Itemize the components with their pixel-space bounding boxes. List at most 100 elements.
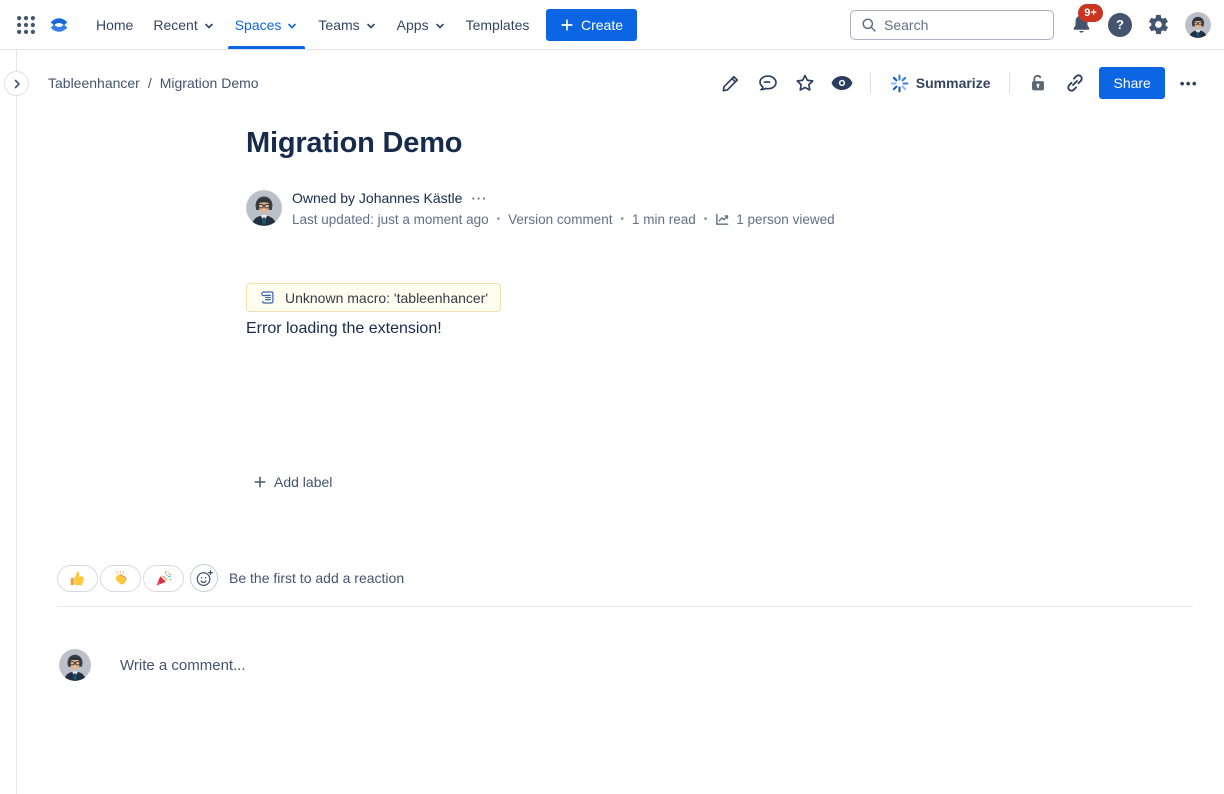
comment-button[interactable]: [755, 70, 781, 96]
confluence-logo-icon: [46, 13, 72, 37]
dot-separator: •: [497, 214, 501, 225]
nav-label: Spaces: [235, 17, 282, 33]
plus-icon: [560, 18, 574, 32]
unlock-icon: [1027, 72, 1049, 94]
breadcrumb-page-link[interactable]: Migration Demo: [160, 75, 259, 91]
reactions-bar: Be the first to add a reaction: [57, 564, 404, 592]
breadcrumb-separator: /: [148, 75, 152, 91]
comments-divider: [57, 606, 1193, 607]
add-reaction-button[interactable]: [190, 564, 218, 592]
owned-by-text: Owned by Johannes Kästle: [292, 190, 462, 206]
ellipsis-icon: •••: [1180, 76, 1198, 91]
top-navigation-bar: Home Recent Spaces Teams: [0, 0, 1224, 50]
comment-placeholder-text: Write a comment...: [120, 657, 246, 674]
nav-item-teams[interactable]: Teams: [318, 0, 376, 49]
trend-chart-icon: [715, 212, 730, 227]
help-button[interactable]: ?: [1108, 13, 1132, 37]
create-button-label: Create: [581, 17, 623, 33]
add-label-button[interactable]: Add label: [249, 472, 336, 492]
chevron-down-icon: [434, 20, 446, 32]
link-icon: [1064, 72, 1086, 94]
chevron-down-icon: [286, 20, 298, 32]
avatar-image: [1185, 12, 1211, 38]
add-label-text: Add label: [274, 474, 332, 490]
nav-label: Home: [96, 17, 133, 33]
ellipsis-icon: ···: [471, 191, 487, 206]
analytics-viewers[interactable]: 1 person viewed: [715, 212, 834, 227]
reaction-clap-button[interactable]: [100, 565, 141, 592]
comment-bubble-icon: [757, 72, 779, 94]
people-viewed-text: 1 person viewed: [736, 212, 834, 227]
sidebar-edge-divider: [16, 50, 17, 794]
toolbar-divider: [870, 72, 871, 94]
chevron-down-icon: [203, 20, 215, 32]
page-title: Migration Demo: [246, 127, 462, 160]
nav-item-home[interactable]: Home: [96, 0, 133, 49]
smiley-plus-icon: [195, 569, 214, 588]
last-updated-text: Last updated: just a moment ago: [292, 212, 489, 227]
thumbs-up-icon: [69, 570, 86, 587]
clap-icon: [112, 570, 129, 587]
favourite-button[interactable]: [792, 70, 818, 96]
owner-avatar: [246, 190, 282, 226]
watch-button[interactable]: [829, 70, 855, 96]
plus-icon: [253, 475, 267, 489]
commenter-avatar: [59, 649, 91, 681]
party-popper-icon: [155, 570, 172, 587]
app-switcher-button[interactable]: [14, 13, 38, 37]
primary-nav: Home Recent Spaces Teams: [96, 0, 529, 49]
summarize-button[interactable]: Summarize: [886, 72, 995, 95]
nav-label: Recent: [153, 17, 197, 33]
owner-more-button[interactable]: ···: [471, 191, 487, 206]
breadcrumb-space-link[interactable]: Tableenhancer: [48, 75, 140, 91]
expand-sidebar-button[interactable]: [4, 71, 29, 96]
confluence-logo[interactable]: [45, 13, 73, 37]
restrictions-button[interactable]: [1025, 70, 1051, 96]
topnav-right-cluster: 9+ ?: [850, 0, 1211, 49]
confluence-page: Home Recent Spaces Teams: [0, 0, 1224, 794]
create-button[interactable]: Create: [546, 9, 637, 41]
nav-label: Apps: [397, 17, 429, 33]
nav-label: Templates: [466, 17, 530, 33]
share-button[interactable]: Share: [1099, 67, 1164, 99]
version-comment-text: Version comment: [508, 212, 612, 227]
edit-button[interactable]: [718, 70, 744, 96]
avatar-image: [59, 649, 91, 681]
star-icon: [794, 72, 816, 94]
nav-item-templates[interactable]: Templates: [466, 0, 530, 49]
macro-warning-text: Unknown macro: 'tableenhancer': [285, 290, 488, 306]
reaction-prompt-text: Be the first to add a reaction: [229, 570, 404, 586]
dot-separator: •: [704, 214, 708, 225]
nav-item-spaces[interactable]: Spaces: [235, 0, 299, 49]
search-input[interactable]: [851, 11, 1053, 39]
search-box: [850, 10, 1054, 40]
comment-input-area[interactable]: Write a comment...: [59, 649, 246, 681]
gear-icon: [1147, 13, 1170, 36]
summarize-label: Summarize: [916, 75, 991, 91]
share-button-label: Share: [1113, 75, 1150, 91]
nav-label: Teams: [318, 17, 359, 33]
notifications-button[interactable]: 9+: [1069, 13, 1093, 37]
scroll-macro-icon: [259, 289, 276, 306]
user-avatar[interactable]: [1185, 12, 1211, 38]
pencil-icon: [720, 72, 742, 94]
read-time-text: 1 min read: [632, 212, 696, 227]
extension-error-text: Error loading the extension!: [246, 320, 442, 338]
dot-separator: •: [620, 214, 624, 225]
settings-button[interactable]: [1147, 13, 1170, 36]
byline: Owned by Johannes Kästle ··· Last update…: [292, 188, 835, 229]
search-icon: [861, 17, 877, 33]
reaction-party-popper-button[interactable]: [143, 565, 184, 592]
notification-badge: 9+: [1078, 4, 1103, 22]
more-actions-button[interactable]: •••: [1176, 76, 1202, 91]
ai-sparkle-icon: [890, 74, 909, 93]
nav-item-recent[interactable]: Recent: [153, 0, 214, 49]
avatar-image: [246, 190, 282, 226]
copy-link-button[interactable]: [1062, 70, 1088, 96]
toolbar-divider: [1009, 72, 1010, 94]
question-mark-icon: ?: [1116, 17, 1124, 32]
chevron-right-icon: [11, 78, 23, 90]
reaction-thumbs-up-button[interactable]: [57, 565, 98, 592]
eye-icon: [830, 71, 854, 95]
nav-item-apps[interactable]: Apps: [397, 0, 446, 49]
